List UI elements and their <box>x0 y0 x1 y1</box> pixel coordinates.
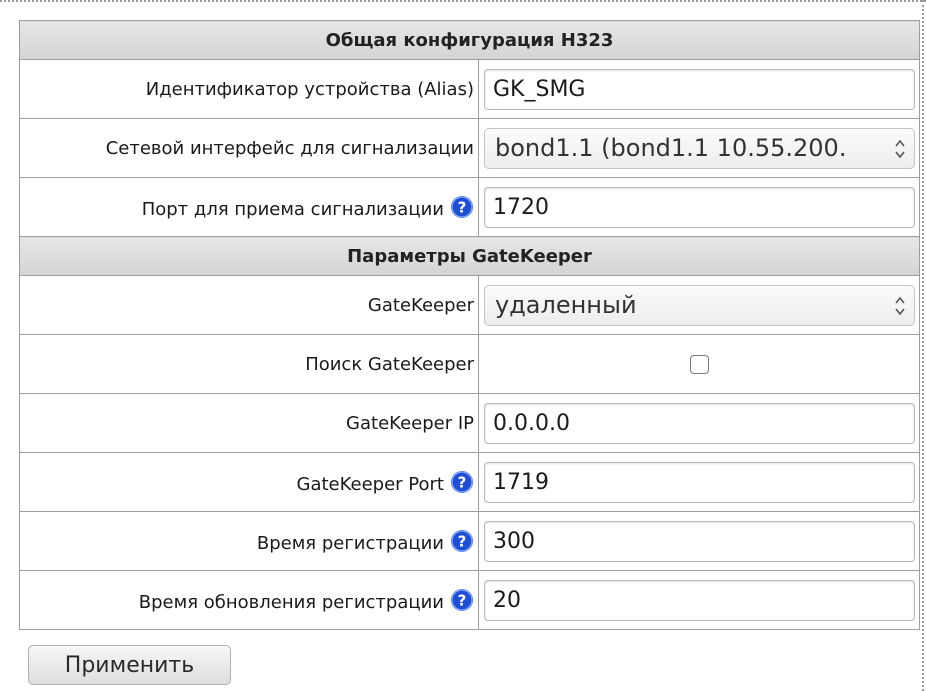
section-title-general: Общая конфигурация H323 <box>19 20 920 60</box>
row-gatekeeper-search: Поиск GateKeeper <box>19 334 920 394</box>
question-circle-icon[interactable]: ? <box>450 588 474 612</box>
section-title-gatekeeper: Параметры GateKeeper <box>19 236 920 276</box>
reg-time-label: Время регистрации <box>256 532 444 554</box>
row-gatekeeper-port: GateKeeper Port ? 1719 <box>19 452 920 512</box>
updown-arrows-icon <box>895 296 905 315</box>
reg-update-time-input[interactable]: 20 <box>484 579 915 621</box>
gatekeeper-port-label: GateKeeper Port <box>296 473 444 495</box>
gatekeeper-search-label: Поиск GateKeeper <box>305 353 474 375</box>
alias-input[interactable]: GK_SMG <box>484 68 915 110</box>
row-reg-update-time: Время обновления регистрации ? 20 <box>19 570 920 630</box>
gatekeeper-mode-select[interactable]: удаленный <box>484 284 915 326</box>
svg-text:?: ? <box>458 591 467 609</box>
svg-text:?: ? <box>458 532 467 550</box>
row-signal-interface: Сетевой интерфейс для сигнализации bond1… <box>19 118 920 178</box>
signal-port-label: Порт для приема сигнализации <box>141 198 444 220</box>
question-circle-icon[interactable]: ? <box>450 529 474 553</box>
gatekeeper-ip-label: GateKeeper IP <box>346 412 474 434</box>
svg-text:?: ? <box>458 473 467 491</box>
signal-interface-label: Сетевой интерфейс для сигнализации <box>105 137 474 159</box>
question-circle-icon[interactable]: ? <box>450 195 474 219</box>
reg-update-time-label: Время обновления регистрации <box>138 591 444 613</box>
signal-interface-value: bond1.1 (bond1.1 10.55.200. <box>495 134 847 162</box>
gatekeeper-ip-input[interactable]: 0.0.0.0 <box>484 402 915 444</box>
row-signal-port: Порт для приема сигнализации ? 1720 <box>19 177 920 237</box>
gatekeeper-mode-label: GateKeeper <box>367 294 474 316</box>
signal-interface-select[interactable]: bond1.1 (bond1.1 10.55.200. <box>484 127 915 169</box>
page-border-right <box>922 0 924 691</box>
row-reg-time: Время регистрации ? 300 <box>19 511 920 571</box>
gatekeeper-search-checkbox[interactable] <box>690 354 709 374</box>
gatekeeper-port-input[interactable]: 1719 <box>484 461 915 503</box>
page-border-top <box>0 0 926 2</box>
signal-port-input[interactable]: 1720 <box>484 186 915 228</box>
row-alias: Идентификатор устройства (Alias) GK_SMG <box>19 59 920 119</box>
reg-time-input[interactable]: 300 <box>484 520 915 562</box>
row-gatekeeper-mode: GateKeeper удаленный <box>19 275 920 335</box>
row-gatekeeper-ip: GateKeeper IP 0.0.0.0 <box>19 393 920 453</box>
question-circle-icon[interactable]: ? <box>450 470 474 494</box>
updown-arrows-icon <box>895 139 905 158</box>
apply-button[interactable]: Применить <box>28 645 231 685</box>
svg-text:?: ? <box>458 198 467 216</box>
gatekeeper-mode-value: удаленный <box>495 291 637 319</box>
h323-config-table: Общая конфигурация H323 Идентификатор ус… <box>19 20 920 630</box>
alias-label: Идентификатор устройства (Alias) <box>145 78 474 100</box>
section-header-gatekeeper: Параметры GateKeeper <box>19 236 920 276</box>
section-header-general: Общая конфигурация H323 <box>19 20 920 60</box>
